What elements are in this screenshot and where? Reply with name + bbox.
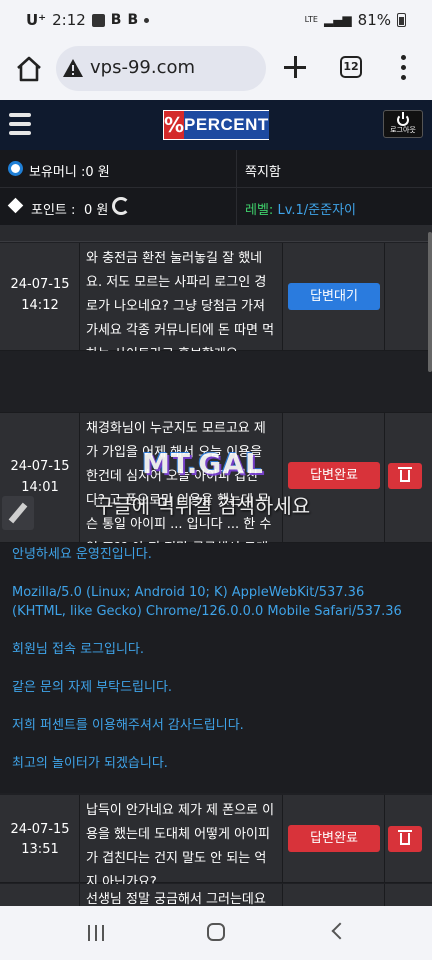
blog-b-icon: B [110, 12, 122, 28]
watermark-text: 구글에 먹튀갤 검색하세요 [95, 494, 311, 518]
trash-icon [398, 830, 412, 845]
diamond-icon [7, 197, 24, 214]
home-nav-icon[interactable] [207, 923, 225, 941]
trash-icon [398, 467, 412, 482]
reply-user-agent: Mozilla/5.0 (Linux; Android 10; K) Apple… [12, 585, 402, 619]
reply-greeting: 안녕하세요 운영진입니다. [12, 547, 152, 562]
back-icon[interactable] [331, 922, 349, 940]
table-header [0, 226, 432, 242]
url-text: vps-99.com [90, 57, 196, 78]
write-button[interactable] [2, 496, 34, 530]
page-scrollbar[interactable] [428, 232, 432, 372]
info-row-money: 보유머니 :0 원 쪽지함 [0, 150, 432, 188]
logout-label: 로그아웃 [390, 126, 416, 134]
user-info-panel: 보유머니 :0 원 쪽지함 포인트 : 0 원 레벨: Lv.1/준준자이 [0, 150, 432, 226]
warning-icon[interactable] [62, 57, 84, 79]
reply-line: 최고의 놀이터가 되겠습니다. [12, 756, 168, 771]
refresh-icon[interactable] [112, 197, 130, 215]
row-content[interactable]: 납득이 안가네요 제가 제 폰으로 이용을 했는데 도대체 어떻게 아이피가 겹… [80, 795, 283, 890]
status-bar: U⁺ 2:12 B B LTE ▂▄▆ 81% [0, 0, 432, 40]
carrier-label: U⁺ [26, 11, 47, 29]
row-date: 24-07-15 [10, 459, 70, 474]
site-header: % PERCENT 로그아웃 [0, 100, 432, 150]
admin-reply: 안녕하세요 운영진입니다. Mozilla/5.0 (Linux; Androi… [0, 543, 432, 793]
status-waiting-button[interactable]: 답변대기 [288, 283, 380, 310]
table-row[interactable]: 24-07-15 14:12 와 충전금 환전 눌러놓길 잘 했네요. 저도 모… [0, 243, 432, 362]
row-date: 24-07-15 [10, 822, 70, 837]
menu-icon[interactable] [9, 113, 31, 135]
pencil-icon [8, 502, 28, 524]
message-box-link[interactable]: 쪽지함 [245, 161, 281, 180]
logout-button[interactable]: 로그아웃 [383, 110, 423, 138]
watermark-logo: MT.GAL [142, 447, 264, 480]
info-row-points: 포인트 : 0 원 레벨: Lv.1/준준자이 [0, 188, 432, 226]
recent-apps-icon[interactable] [88, 925, 104, 941]
battery-percent: 81% [357, 11, 391, 29]
soccer-ball-icon [8, 161, 23, 176]
site-logo[interactable]: % PERCENT [163, 110, 269, 140]
power-icon [397, 112, 409, 126]
row-content[interactable]: 와 충전금 환전 눌러놓길 잘 했네요. 저도 모르는 사파리 로그인 경로가 … [80, 243, 283, 362]
row-date: 24-07-15 [10, 277, 70, 292]
more-menu-icon[interactable] [400, 55, 408, 81]
delete-button[interactable] [388, 826, 422, 852]
blog-b2-icon: B [127, 12, 139, 28]
reply-line: 저희 퍼센트를 이용해주셔서 감사드립니다. [12, 718, 244, 733]
logo-symbol: % [164, 111, 185, 139]
row-time: 14:01 [21, 480, 59, 495]
status-done-button[interactable]: 답변완료 [288, 825, 380, 852]
inquiry-table: 24-07-15 14:12 와 충전금 환전 눌러놓길 잘 했네요. 저도 모… [0, 226, 432, 906]
reply-line: 회원님 접속 로그입니다. [12, 642, 144, 657]
logo-text: PERCENT [184, 111, 269, 139]
system-nav-bar [0, 906, 432, 960]
browser-toolbar: vps-99.com 12 [0, 40, 432, 100]
level-value[interactable]: Lv.1/준준자이 [277, 203, 356, 218]
new-tab-icon[interactable] [282, 54, 308, 80]
delete-button[interactable] [388, 463, 422, 489]
row-content[interactable]: 선생님 정말 궁금해서 그러는데요 [80, 884, 283, 906]
lte-label: LTE [304, 15, 318, 24]
table-row[interactable]: 24-07-15 13:51 납득이 안가네요 제가 제 폰으로 이용을 했는데… [0, 795, 432, 890]
row-time: 14:12 [21, 298, 59, 313]
points-value: 0 원 [84, 203, 109, 218]
table-row[interactable]: 선생님 정말 궁금해서 그러는데요 [0, 884, 432, 906]
level-label: 레벨: [245, 203, 274, 218]
reply-line: 같은 문의 자제 부탁드립니다. [12, 680, 173, 695]
signal-icon: ▂▄▆ [323, 13, 352, 27]
home-icon[interactable] [14, 54, 44, 84]
clock: 2:12 [52, 11, 86, 29]
status-done-button[interactable]: 답변완료 [288, 462, 380, 489]
row-divider [0, 351, 432, 413]
points-label: 포인트 : [31, 203, 76, 218]
address-bar[interactable]: vps-99.com [56, 46, 266, 91]
money-label: 보유머니 :0 원 [29, 165, 110, 180]
row-time: 13:51 [21, 842, 59, 857]
tab-switcher-button[interactable]: 12 [340, 56, 362, 78]
gallery-icon [91, 13, 105, 27]
battery-icon [397, 13, 406, 27]
notification-dot-icon [144, 17, 150, 23]
